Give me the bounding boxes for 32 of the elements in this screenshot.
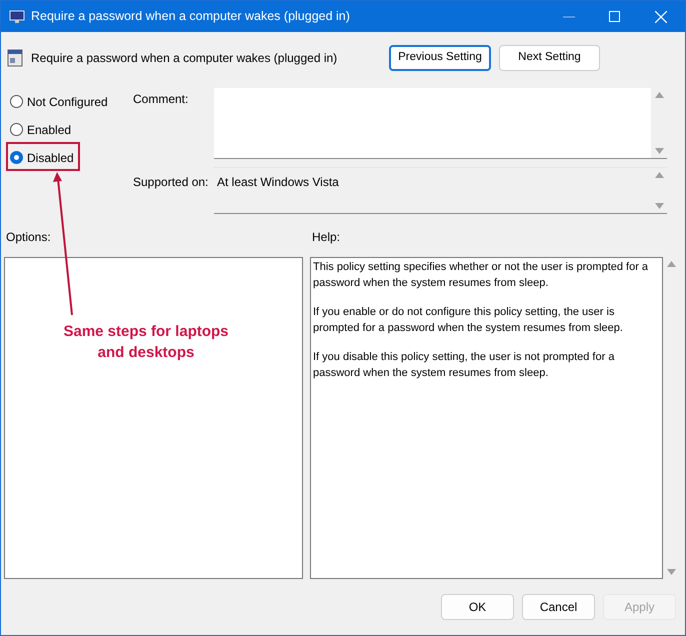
dialog-button[interactable]: OK — [441, 594, 514, 620]
navigation-button[interactable]: Previous Setting — [389, 45, 491, 71]
maximize-icon[interactable] — [609, 11, 620, 22]
annotation-text: Same steps for laptops and desktops — [62, 322, 230, 363]
scroll-up-icon[interactable] — [654, 172, 664, 178]
scroll-down-icon[interactable] — [666, 569, 676, 575]
scroll-up-icon[interactable] — [654, 92, 664, 98]
policy-icon — [7, 49, 23, 67]
dialog-button[interactable]: Cancel — [522, 594, 595, 620]
scroll-up-icon[interactable] — [666, 261, 676, 267]
supported-label: Supported on: — [132, 174, 210, 191]
comment-label: Comment: — [132, 91, 190, 108]
scroll-down-icon[interactable] — [654, 148, 664, 154]
comment-field[interactable] — [214, 88, 667, 159]
close-icon[interactable] — [655, 10, 667, 22]
radio-option[interactable]: Disabled — [10, 150, 127, 165]
help-label: Help: — [312, 229, 340, 244]
supported-value: At least Windows Vista — [216, 174, 339, 191]
radio-option[interactable]: Enabled — [10, 122, 127, 137]
radio-option[interactable]: Not Configured — [10, 94, 127, 109]
radio-button[interactable] — [10, 95, 23, 108]
window-title: Require a password when a computer wakes (plugged in) — [31, 8, 350, 26]
radio-button[interactable] — [10, 151, 23, 164]
radio-button[interactable] — [10, 123, 23, 136]
scroll-down-icon[interactable] — [654, 203, 664, 209]
options-label: Options: — [5, 229, 52, 244]
policy-title: Require a password when a computer wakes (plugged in) — [31, 50, 338, 67]
help-paragraph: If you disable this policy setting, the user is not prompted for a password when the system resumes from sleep. — [313, 350, 616, 381]
navigation-button[interactable]: Next Setting — [499, 45, 600, 71]
help-paragraph: If you enable or do not configure this policy setting, the user is prompted for a password when the system resumes from sleep. — [313, 305, 624, 336]
monitor-icon — [9, 10, 25, 24]
help-paragraph: This policy setting specifies whether or not the user is prompted for a password when the system resumes from sleep. — [313, 260, 650, 291]
